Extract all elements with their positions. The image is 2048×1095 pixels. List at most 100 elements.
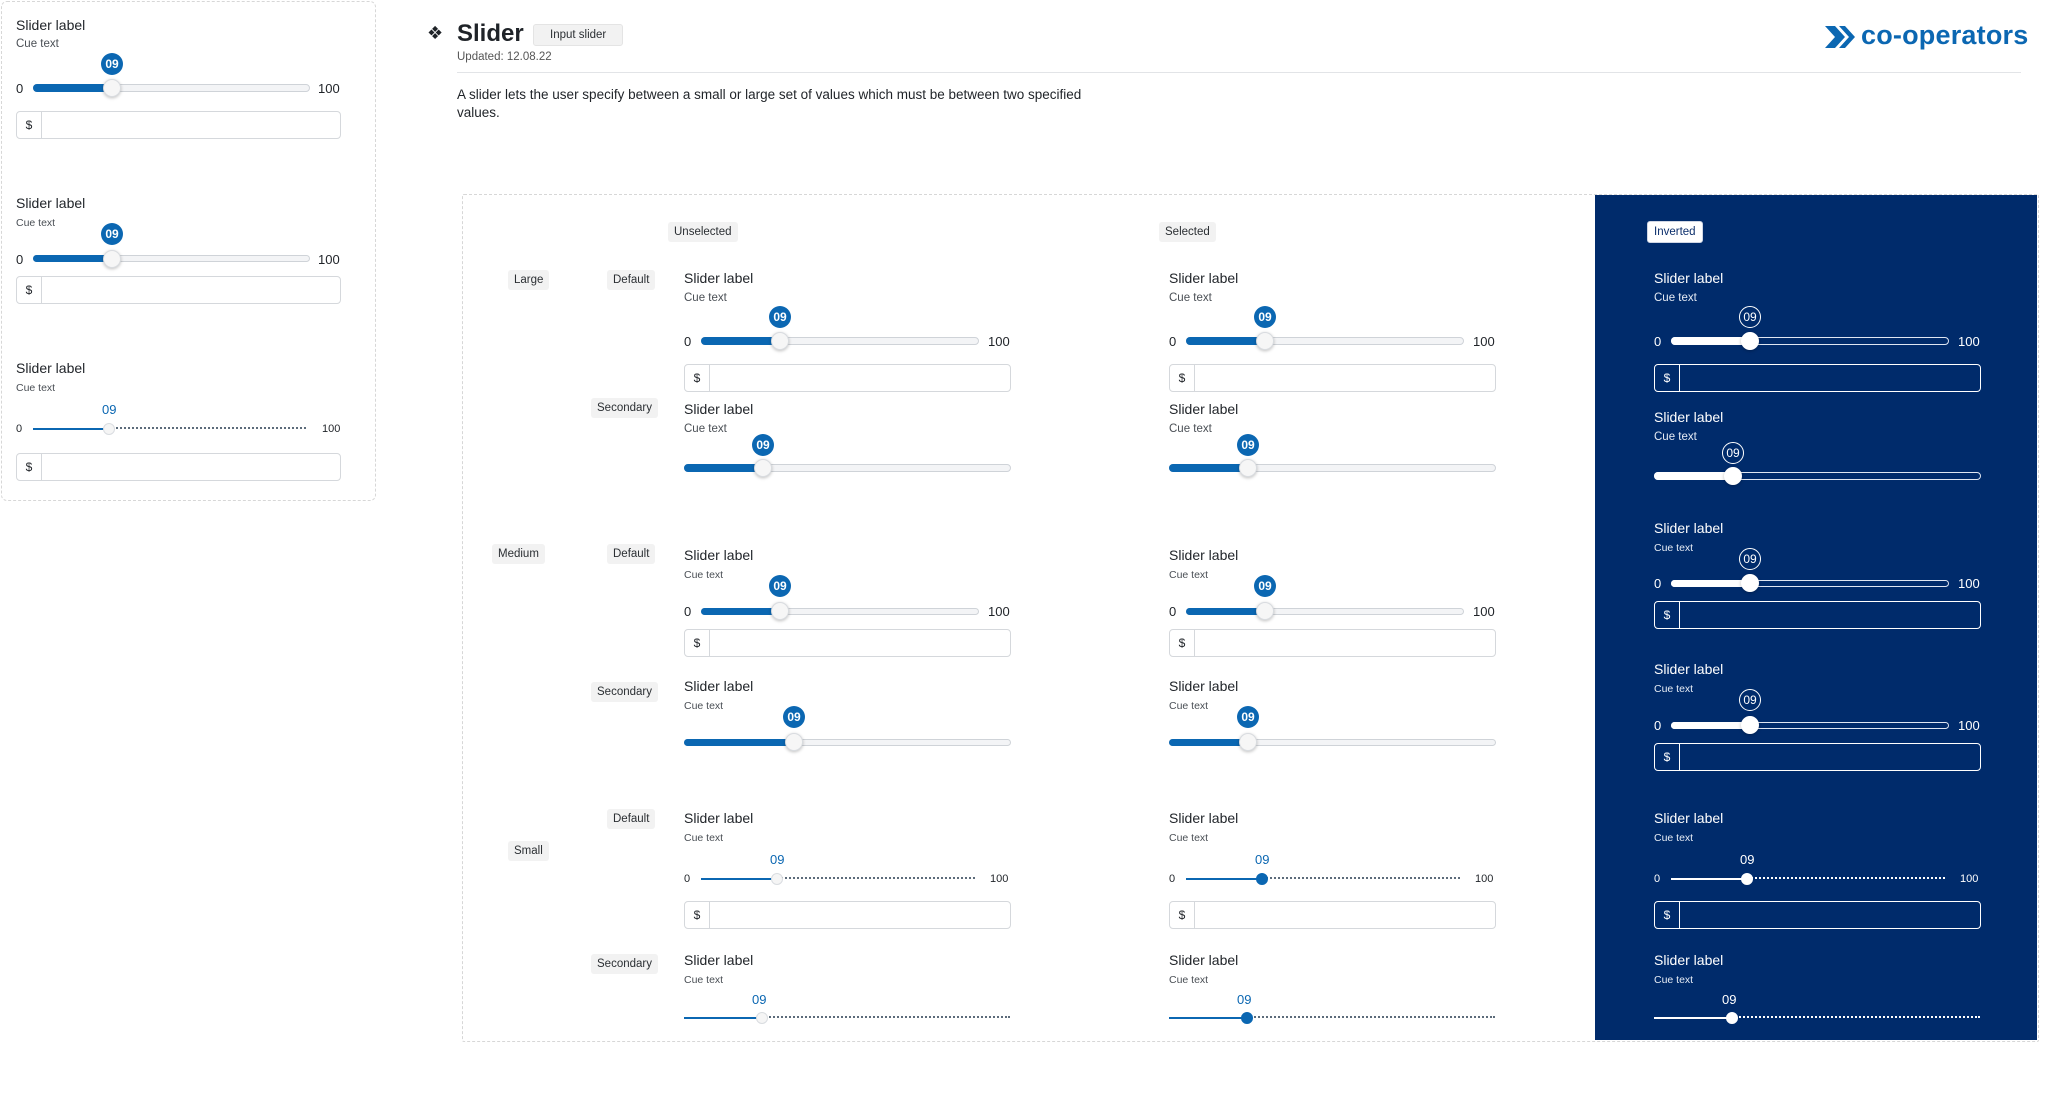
value-bubble: 09 — [769, 306, 791, 328]
size-label-small: Small — [508, 841, 549, 861]
min-label: 0 — [1654, 873, 1661, 885]
value-input[interactable]: $ — [1169, 364, 1496, 392]
slider-handle[interactable] — [1256, 873, 1268, 885]
slider-handle[interactable] — [785, 733, 803, 751]
slider-handle[interactable] — [1239, 733, 1257, 751]
variant-label-default: Default — [607, 270, 656, 290]
slider-handle[interactable] — [1256, 332, 1274, 350]
value-text: 09 — [770, 852, 785, 867]
slider-handle[interactable] — [1741, 332, 1759, 350]
variant-label-secondary: Secondary — [591, 398, 658, 418]
slider-handle[interactable] — [103, 423, 115, 435]
slider-handle[interactable] — [754, 459, 772, 477]
value-input[interactable]: $ — [1654, 364, 1981, 392]
slider-track[interactable] — [1169, 464, 1496, 472]
value-input[interactable]: $ — [1654, 901, 1981, 929]
value-bubble: 09 — [1722, 442, 1744, 464]
slider-label: Slider label — [1169, 678, 1239, 694]
max-label: 100 — [1958, 718, 1980, 733]
slider-fill — [1186, 878, 1262, 880]
updated-date: Updated: 12.08.22 — [457, 51, 552, 63]
variant-label-secondary: Secondary — [591, 954, 658, 974]
value-input[interactable]: $ — [1654, 601, 1981, 629]
slider-track[interactable] — [109, 427, 306, 429]
slider-fill — [1671, 337, 1751, 345]
value-bubble: 09 — [1739, 306, 1761, 328]
slider-handle[interactable] — [103, 79, 121, 97]
slider-track[interactable] — [1186, 608, 1464, 615]
slider-handle[interactable] — [1741, 873, 1753, 885]
slider-label: Slider label — [1654, 952, 1724, 968]
slider-label: Slider label — [1169, 401, 1239, 417]
slider-track[interactable] — [1671, 337, 1949, 345]
slider-track[interactable] — [1654, 472, 1981, 480]
slider-label: Slider label — [16, 360, 86, 376]
value-input[interactable]: $ — [684, 364, 1011, 392]
currency-symbol: $ — [1655, 902, 1680, 928]
value-input[interactable]: $ — [1169, 901, 1496, 929]
slider-fill — [701, 878, 777, 880]
value-bubble: 09 — [1739, 548, 1761, 570]
slider-handle[interactable] — [771, 602, 789, 620]
slider-track[interactable] — [1671, 580, 1949, 587]
value-input[interactable]: $ — [16, 111, 341, 139]
cue-text: Cue text — [1169, 569, 1209, 581]
slider-track[interactable] — [33, 84, 310, 92]
slider-track[interactable] — [1247, 1016, 1495, 1018]
slider-label: Slider label — [684, 270, 754, 286]
value-input[interactable]: $ — [16, 453, 341, 481]
slider-track[interactable] — [1747, 877, 1945, 879]
column-header-selected: Selected — [1159, 222, 1216, 242]
slider-handle[interactable] — [103, 250, 121, 268]
slider-track[interactable] — [1262, 877, 1460, 879]
slider-handle[interactable] — [1724, 467, 1742, 485]
slider-fill — [1186, 608, 1265, 615]
value-input[interactable]: $ — [684, 629, 1011, 657]
slider-fill — [701, 337, 781, 345]
value-input[interactable]: $ — [16, 276, 341, 304]
slider-track[interactable] — [1186, 337, 1464, 345]
value-input[interactable]: $ — [1654, 743, 1981, 771]
slider-track[interactable] — [1671, 722, 1949, 729]
value-bubble: 09 — [1254, 575, 1276, 597]
slider-track[interactable] — [684, 739, 1011, 746]
slider-handle[interactable] — [1726, 1012, 1738, 1024]
currency-symbol: $ — [685, 365, 710, 391]
value-input[interactable]: $ — [1169, 629, 1496, 657]
slider-track[interactable] — [1169, 739, 1496, 746]
max-label: 100 — [1960, 873, 1979, 885]
slider-handle[interactable] — [1241, 1012, 1253, 1024]
slider-fill — [1654, 472, 1734, 480]
slider-handle[interactable] — [1741, 716, 1759, 734]
slider-handle[interactable] — [1239, 459, 1257, 477]
value-input[interactable]: $ — [684, 901, 1011, 929]
size-label-large: Large — [508, 270, 550, 290]
slider-handle[interactable] — [771, 873, 783, 885]
slider-track[interactable] — [1732, 1016, 1980, 1018]
slider-track[interactable] — [762, 1016, 1010, 1018]
slider-track[interactable] — [701, 337, 979, 345]
currency-symbol: $ — [685, 902, 710, 928]
slider-fill — [1671, 878, 1747, 880]
slider-label: Slider label — [1654, 661, 1724, 677]
slider-handle[interactable] — [756, 1012, 768, 1024]
min-label: 0 — [1654, 576, 1662, 591]
slider-label: Slider label — [684, 810, 754, 826]
cue-text: Cue text — [684, 832, 724, 844]
currency-symbol: $ — [17, 277, 42, 303]
slider-track[interactable] — [777, 877, 975, 879]
slider-track[interactable] — [33, 255, 310, 262]
slider-track[interactable] — [701, 608, 979, 615]
value-bubble: 09 — [101, 223, 123, 245]
slider-fill — [684, 739, 794, 746]
slider-handle[interactable] — [1256, 602, 1274, 620]
page-title: Slider — [457, 20, 524, 47]
value-bubble: 09 — [769, 575, 791, 597]
cue-text: Cue text — [1169, 974, 1209, 986]
slider-handle[interactable] — [1741, 574, 1759, 592]
slider-handle[interactable] — [771, 332, 789, 350]
variant-label-default: Default — [607, 544, 656, 564]
value-text: 09 — [752, 992, 767, 1007]
slider-track[interactable] — [684, 464, 1011, 472]
cue-text: Cue text — [1654, 431, 1697, 443]
